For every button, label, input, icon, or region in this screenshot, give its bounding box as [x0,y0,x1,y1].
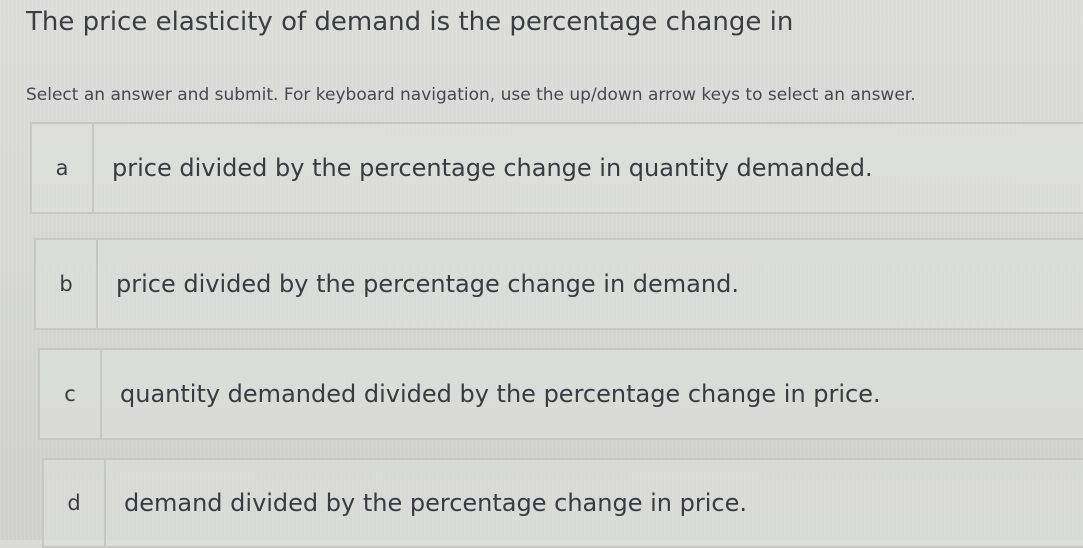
option-letter-b: b [36,240,98,328]
answer-option-d[interactable]: d demand divided by the percentage chang… [42,458,1083,548]
answer-option-a[interactable]: a price divided by the percentage change… [30,122,1083,214]
option-letter-c: c [40,350,102,438]
answer-options-list: a price divided by the percentage change… [0,0,1083,548]
quiz-screen: The price elasticity of demand is the pe… [0,0,1083,548]
option-text-b: price divided by the percentage change i… [116,270,739,298]
option-letter-a: a [32,124,94,212]
option-text-c: quantity demanded divided by the percent… [120,380,881,408]
option-text-d: demand divided by the percentage change … [124,489,747,517]
answer-option-c[interactable]: c quantity demanded divided by the perce… [38,348,1083,440]
option-letter-d: d [44,460,106,546]
answer-option-b[interactable]: b price divided by the percentage change… [34,238,1083,330]
option-text-a: price divided by the percentage change i… [112,154,873,182]
